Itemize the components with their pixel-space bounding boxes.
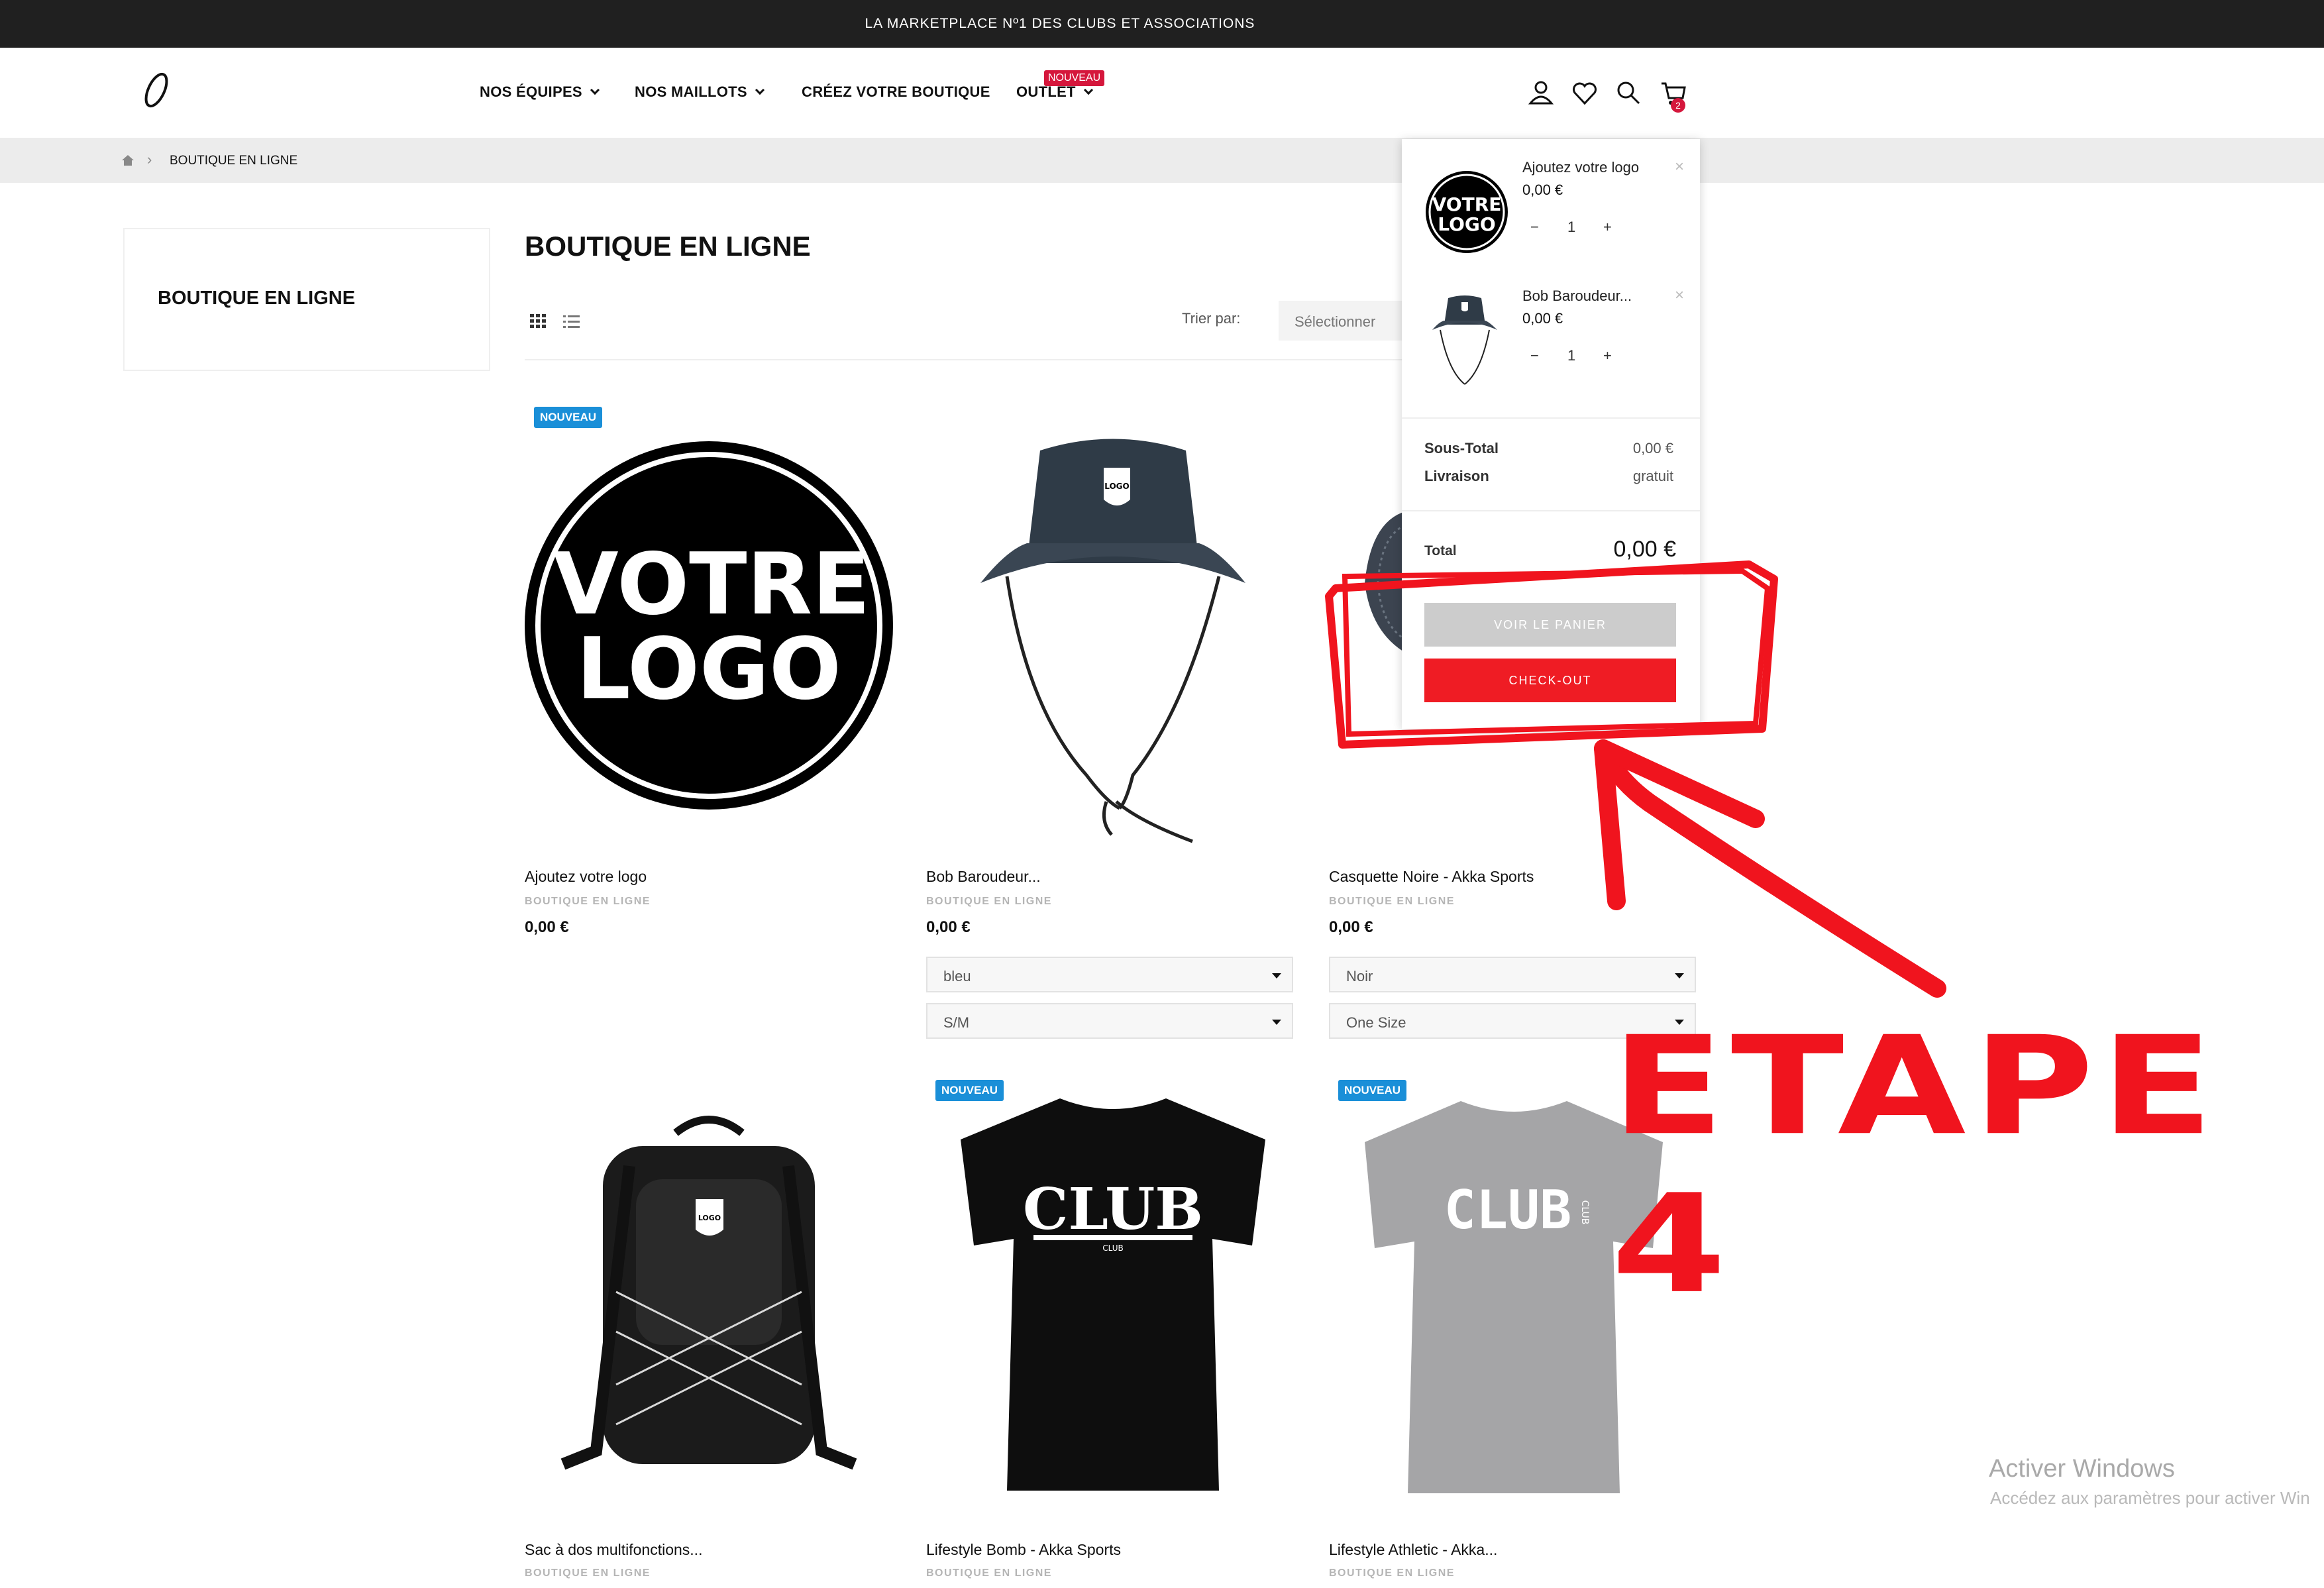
product-category[interactable]: BOUTIQUE EN LIGNE (926, 1567, 1052, 1579)
sort-select-value: Sélectionner (1294, 313, 1376, 330)
chevron-down-icon (755, 85, 765, 95)
product-category[interactable]: BOUTIQUE EN LIGNE (525, 896, 651, 908)
breadcrumb-separator-icon: › (147, 151, 152, 168)
product-image-votre-logo[interactable]: VOTRE LOGO (523, 440, 894, 811)
select-value: bleu (943, 968, 971, 984)
cart-item-price: 0,00 € (1522, 310, 1563, 327)
logo-text-line2: LOGO (576, 620, 841, 719)
sort-select[interactable]: Sélectionner (1279, 301, 1411, 341)
qty-value[interactable]: 1 (1567, 347, 1575, 364)
product-price: 0,00 € (926, 918, 971, 936)
top-announcement-bar: LA MARKETPLACE Nº1 DES CLUBS ET ASSOCIAT… (0, 0, 2324, 48)
product-name[interactable]: Lifestyle Athletic - Akka... (1329, 1541, 1497, 1559)
user-icon[interactable] (1526, 78, 1556, 107)
qty-plus-button[interactable]: + (1603, 219, 1612, 236)
nav-label: CRÉEZ VOTRE BOUTIQUE (802, 83, 990, 100)
sidebar-title[interactable]: BOUTIQUE EN LIGNE (158, 288, 355, 309)
site-header: NOS ÉQUIPES NOS MAILLOTS CRÉEZ VOTRE BOU… (0, 48, 2324, 138)
heart-icon[interactable] (1570, 78, 1599, 107)
subtotal-label: Sous-Total (1424, 440, 1499, 456)
color-select[interactable]: bleu (926, 957, 1293, 992)
cart-item-thumb-bucket-hat[interactable] (1428, 291, 1501, 391)
nav-nos-equipes[interactable]: NOS ÉQUIPES (480, 83, 600, 101)
sidebar-category-box: BOUTIQUE EN LIGNE (123, 228, 490, 371)
backpack-logo-text: LOGO (698, 1214, 721, 1222)
new-badge: NOUVEAU (534, 407, 603, 428)
shipping-value: gratuit (1632, 468, 1673, 484)
product-name[interactable]: Bob Baroudeur... (926, 868, 1041, 886)
cart-item-name[interactable]: Ajoutez votre logo (1522, 159, 1639, 176)
list-view-icon[interactable] (563, 314, 580, 329)
cart-item-thumb-logo[interactable]: VOTRE LOGO (1424, 170, 1509, 254)
home-icon[interactable] (121, 154, 135, 167)
product-category[interactable]: BOUTIQUE EN LIGNE (926, 896, 1052, 908)
thumb-text-line2: LOGO (1438, 213, 1495, 235)
step-annotation: ETAPE 4 (1611, 1007, 2221, 1324)
caret-down-icon (1272, 973, 1281, 979)
site-logo[interactable] (140, 68, 174, 114)
nav-nos-maillots[interactable]: NOS MAILLOTS (635, 83, 765, 101)
nav-label: NOS ÉQUIPES (480, 83, 582, 100)
remove-item-icon[interactable]: × (1675, 286, 1684, 305)
tshirt-club-subtext: CLUB (1579, 1200, 1590, 1225)
caret-down-icon (1675, 973, 1684, 979)
tshirt-club-text: CLUB (1023, 1176, 1203, 1243)
total-value: 0,00 € (1613, 537, 1676, 562)
product-name[interactable]: Ajoutez votre logo (525, 868, 647, 886)
product-name[interactable]: Lifestyle Bomb - Akka Sports (926, 1541, 1121, 1559)
nav-label: NOS MAILLOTS (635, 83, 747, 100)
caret-down-icon (1272, 1020, 1281, 1025)
thumb-text-line1: VOTRE (1432, 193, 1502, 215)
view-cart-button[interactable]: VOIR LE PANIER (1424, 603, 1676, 647)
subtotal-value: 0,00 € (1632, 440, 1673, 456)
product-image-backpack[interactable]: LOGO (537, 1106, 881, 1484)
breadcrumb-current: BOUTIQUE EN LIGNE (170, 154, 298, 168)
cart-item-price: 0,00 € (1522, 182, 1563, 198)
remove-item-icon[interactable]: × (1675, 158, 1684, 176)
select-value: One Size (1346, 1014, 1406, 1031)
chevron-down-icon (590, 85, 600, 95)
checkout-button[interactable]: CHECK-OUT (1424, 659, 1676, 702)
product-category[interactable]: BOUTIQUE EN LIGNE (1329, 896, 1455, 908)
color-select[interactable]: Noir (1329, 957, 1696, 992)
select-value: Noir (1346, 968, 1373, 984)
qty-minus-button[interactable]: − (1530, 219, 1539, 236)
tshirt-club-subtext: CLUB (1102, 1244, 1123, 1253)
page-title: BOUTIQUE EN LIGNE (525, 231, 811, 262)
qty-value[interactable]: 1 (1567, 219, 1575, 236)
cart-divider (1402, 417, 1700, 419)
search-icon[interactable] (1614, 78, 1643, 107)
grid-view-icon[interactable] (530, 314, 547, 329)
tshirt-club-text: CLUB (1444, 1179, 1572, 1241)
cart-count-badge: 2 (1671, 98, 1685, 113)
select-value: S/M (943, 1014, 970, 1031)
announcement-text: LA MARKETPLACE Nº1 DES CLUBS ET ASSOCIAT… (865, 16, 1255, 31)
product-name[interactable]: Casquette Noire - Akka Sports (1329, 868, 1534, 886)
qty-minus-button[interactable]: − (1530, 347, 1539, 364)
cart-item-name[interactable]: Bob Baroudeur... (1522, 288, 1632, 305)
windows-activation-title: Activer Windows (1989, 1455, 2175, 1483)
product-image-black-tshirt[interactable]: CLUB CLUB (954, 1093, 1272, 1497)
cart-divider (1402, 510, 1700, 511)
nav-creez-votre-boutique[interactable]: CRÉEZ VOTRE BOUTIQUE (802, 83, 990, 101)
product-category[interactable]: BOUTIQUE EN LIGNE (525, 1567, 651, 1579)
breadcrumb: › BOUTIQUE EN LIGNE (0, 138, 2324, 183)
product-image-bucket-hat[interactable]: LOGO (967, 431, 1259, 848)
product-category[interactable]: BOUTIQUE EN LIGNE (1329, 1567, 1455, 1579)
size-select[interactable]: S/M (926, 1003, 1293, 1039)
mini-cart-dropdown: VOTRE LOGO Ajoutez votre logo 0,00 € − 1… (1402, 139, 1700, 729)
logo-text-line1: VOTRE (553, 535, 871, 634)
hat-logo-text: LOGO (1104, 482, 1129, 491)
qty-plus-button[interactable]: + (1603, 347, 1612, 364)
total-label: Total (1424, 543, 1457, 558)
nav-new-badge: NOUVEAU (1044, 70, 1105, 86)
shipping-label: Livraison (1424, 468, 1489, 484)
windows-activation-subtitle: Accédez aux paramètres pour activer Win (1990, 1488, 2310, 1508)
product-price: 0,00 € (1329, 918, 1373, 936)
sort-label: Trier par: (1182, 310, 1241, 327)
chevron-down-icon (1083, 85, 1093, 95)
product-price: 0,00 € (525, 918, 569, 936)
product-name[interactable]: Sac à dos multifonctions... (525, 1541, 702, 1559)
